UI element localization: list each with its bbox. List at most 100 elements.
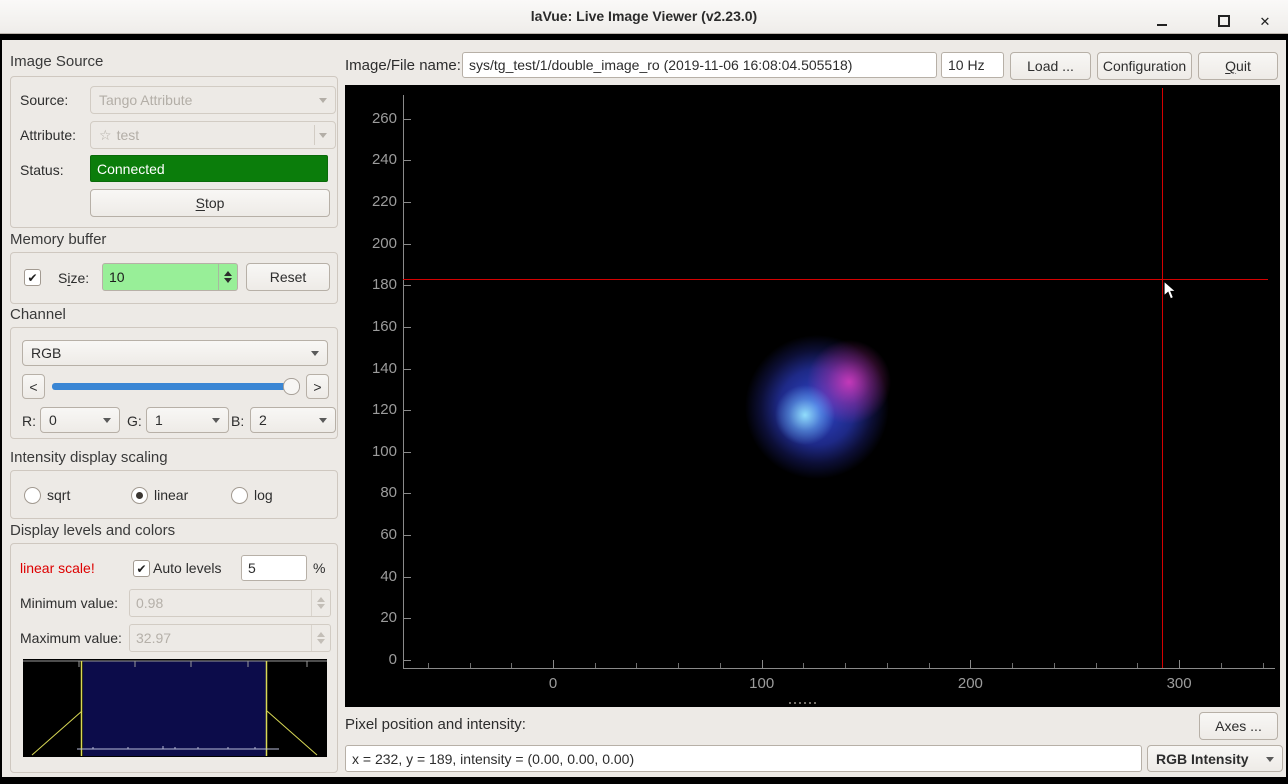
x-tick-label: 0	[528, 675, 578, 692]
auto-levels-label: Auto levels	[153, 560, 221, 576]
channel-slider-handle[interactable]	[283, 378, 300, 395]
y-tick	[403, 369, 411, 370]
min-value-spinbox: 0.98	[129, 589, 331, 617]
load-button[interactable]: Load ...	[1010, 52, 1091, 80]
x-tick	[1179, 660, 1180, 668]
g-value: 1	[155, 412, 163, 428]
x-minor-tick	[1012, 663, 1013, 668]
y-axis-line	[403, 95, 404, 668]
chevron-down-icon	[1266, 757, 1274, 762]
channel-mode-select[interactable]: RGB	[22, 340, 328, 366]
y-tick	[403, 535, 411, 536]
image-plot[interactable]: 0204060801001201401601802002202402600100…	[345, 85, 1280, 707]
reset-button[interactable]: Reset	[246, 263, 330, 291]
r-value: 0	[49, 412, 57, 428]
x-minor-tick	[636, 663, 637, 668]
display-mode-select[interactable]: RGB Intensity	[1147, 745, 1283, 772]
radio-sqrt-label: sqrt	[47, 487, 70, 503]
y-tick-label: 60	[345, 526, 397, 543]
file-name-input[interactable]: sys/tg_test/1/double_image_ro (2019-11-0…	[462, 52, 937, 78]
attribute-select: ☆ test	[90, 121, 336, 149]
g-channel-select[interactable]: 1	[146, 407, 229, 433]
splitter-handle[interactable]	[789, 700, 829, 705]
max-value: 32.97	[136, 630, 171, 646]
pixel-readout-input[interactable]: x = 232, y = 189, intensity = (0.00, 0.0…	[345, 745, 1142, 772]
x-minor-tick	[1137, 663, 1138, 668]
rate-display: 10 Hz	[941, 52, 1004, 78]
y-tick-label: 80	[345, 484, 397, 501]
minimize-icon[interactable]	[1153, 12, 1171, 30]
crosshair-horizontal	[403, 279, 1268, 280]
channel-prev-button[interactable]: <	[22, 374, 45, 399]
auto-levels-checkbox[interactable]: ✔	[133, 560, 150, 577]
configuration-button[interactable]: Configuration	[1097, 52, 1192, 80]
status-badge: Connected	[90, 155, 328, 182]
x-tick-label: 100	[737, 675, 787, 692]
radio-log[interactable]	[231, 487, 248, 504]
chevron-down-icon	[212, 418, 220, 423]
section-scaling: Intensity display scaling	[10, 449, 168, 466]
max-value-label: Maximum value:	[20, 630, 122, 646]
b-channel-select[interactable]: 2	[250, 407, 336, 433]
section-image-source: Image Source	[10, 53, 103, 70]
percent-label: %	[313, 560, 325, 576]
y-tick	[403, 660, 411, 661]
stop-button[interactable]: Stop	[90, 189, 330, 217]
attribute-value: test	[117, 127, 140, 143]
radio-log-label: log	[254, 487, 273, 503]
x-minor-tick	[595, 663, 596, 668]
chevron-down-icon	[319, 98, 327, 103]
x-minor-tick	[1054, 663, 1055, 668]
source-label: Source:	[20, 92, 68, 108]
channel-slider-track[interactable]	[52, 383, 300, 390]
levels-histogram[interactable]	[23, 659, 327, 757]
scale-warning: linear scale!	[20, 560, 95, 576]
b-value: 2	[259, 412, 267, 428]
radio-linear[interactable]	[131, 487, 148, 504]
y-tick-label: 180	[345, 276, 397, 293]
y-tick-label: 260	[345, 110, 397, 127]
r-channel-select[interactable]: 0	[40, 407, 120, 433]
g-label: G:	[127, 413, 142, 429]
x-minor-tick	[1096, 663, 1097, 668]
y-tick-label: 220	[345, 193, 397, 210]
memory-buffer-checkbox[interactable]: ✔	[24, 269, 41, 286]
radio-linear-label: linear	[154, 487, 188, 503]
x-tick-label: 300	[1154, 675, 1204, 692]
y-tick	[403, 202, 411, 203]
y-tick-label: 240	[345, 151, 397, 168]
y-tick	[403, 410, 411, 411]
x-tick	[762, 660, 763, 668]
y-tick-label: 160	[345, 318, 397, 335]
channel-next-button[interactable]: >	[306, 374, 329, 399]
b-label: B:	[231, 413, 244, 429]
spin-arrows	[311, 590, 330, 616]
display-mode-value: RGB Intensity	[1156, 751, 1249, 767]
chevron-down-icon	[319, 133, 327, 138]
spin-arrows[interactable]	[218, 264, 237, 290]
axes-button[interactable]: Axes ...	[1199, 712, 1278, 740]
x-minor-tick	[720, 663, 721, 668]
y-tick	[403, 244, 411, 245]
close-icon[interactable]: ✕	[1256, 12, 1274, 30]
beam-image	[345, 85, 1280, 707]
maximize-icon[interactable]	[1215, 12, 1233, 30]
crosshair-vertical	[1162, 88, 1163, 668]
x-minor-tick	[511, 663, 512, 668]
attribute-label: Attribute:	[20, 127, 76, 143]
y-tick-label: 20	[345, 609, 397, 626]
x-tick-label: 200	[945, 675, 995, 692]
channel-mode-value: RGB	[31, 345, 61, 361]
y-tick	[403, 327, 411, 328]
auto-levels-input[interactable]: 5	[241, 555, 307, 581]
mouse-cursor-icon	[1163, 280, 1179, 302]
buffer-size-spinbox[interactable]: 10	[102, 263, 238, 291]
y-tick	[403, 577, 411, 578]
app-window: laVue: Live Image Viewer (v2.23.0) ✕ Ima…	[0, 0, 1288, 784]
radio-sqrt[interactable]	[24, 487, 41, 504]
y-tick	[403, 493, 411, 494]
quit-button[interactable]: Quit	[1198, 52, 1278, 80]
file-name-label: Image/File name:	[345, 57, 461, 74]
x-minor-tick	[428, 663, 429, 668]
size-label: Size:	[58, 270, 89, 286]
